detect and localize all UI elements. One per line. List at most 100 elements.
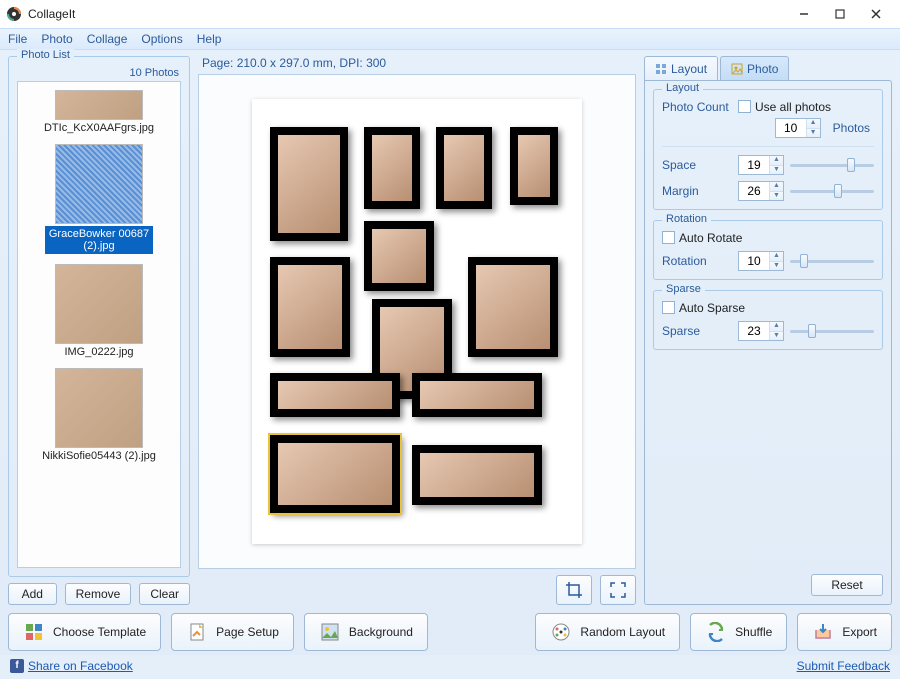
photo-list-item[interactable]: IMG_0222.jpg	[20, 260, 178, 364]
space-stepper[interactable]: ▲▼	[738, 155, 784, 175]
collage-frame[interactable]	[468, 257, 558, 357]
template-icon	[23, 621, 45, 643]
menu-bar: File Photo Collage Options Help	[0, 28, 900, 50]
page-setup-icon	[186, 621, 208, 643]
tab-body: Layout Photo Count Use all photos ▲▼ Pho…	[644, 80, 892, 605]
collage-frame[interactable]	[412, 373, 542, 417]
photo-placeholder	[278, 135, 340, 233]
margin-lbl: Margin	[662, 184, 732, 198]
page-setup-button[interactable]: Page Setup	[171, 613, 294, 651]
photo-placeholder	[444, 135, 484, 201]
footer: f Share on Facebook Submit Feedback	[0, 655, 900, 679]
maximize-button[interactable]	[822, 2, 858, 26]
menu-options[interactable]: Options	[141, 32, 182, 46]
photo-caption: GraceBowker 00687 (2).jpg	[45, 226, 153, 254]
photo-list-item[interactable]: NikkiSofie05443 (2).jpg	[20, 364, 178, 468]
sparse-legend: Sparse	[662, 283, 705, 295]
margin-input[interactable]	[739, 182, 769, 200]
photo-list-item[interactable]: DTIc_KcX0AAFgrs.jpg	[20, 86, 178, 140]
photo-placeholder	[278, 265, 342, 349]
photo-list[interactable]: DTIc_KcX0AAFgrs.jpg GraceBowker 00687 (2)…	[17, 81, 181, 568]
layout-icon	[655, 63, 667, 75]
sparse-slider[interactable]	[790, 322, 874, 340]
share-facebook-link[interactable]: Share on Facebook	[28, 659, 133, 673]
clear-button[interactable]: Clear	[139, 583, 190, 605]
photo-list-group: Photo List 10 Photos DTIc_KcX0AAFgrs.jpg…	[8, 56, 190, 577]
auto-rotate-checkbox[interactable]: Auto Rotate	[662, 231, 742, 245]
spin-down-icon[interactable]: ▼	[807, 129, 820, 138]
background-icon	[319, 621, 341, 643]
rotation-lbl: Rotation	[662, 254, 732, 268]
window-title: CollageIt	[28, 7, 786, 21]
photo-placeholder	[476, 265, 550, 349]
auto-sparse-checkbox[interactable]: Auto Sparse	[662, 301, 745, 315]
collage-page[interactable]	[252, 99, 582, 544]
bottom-toolbar: Choose Template Page Setup Background Ra…	[8, 611, 892, 651]
menu-file[interactable]: File	[8, 32, 27, 46]
sparse-stepper[interactable]: ▲▼	[738, 321, 784, 341]
choose-template-button[interactable]: Choose Template	[8, 613, 161, 651]
collage-frame[interactable]	[436, 127, 492, 209]
photo-count-stepper[interactable]: ▲▼	[775, 118, 821, 138]
sparse-input[interactable]	[739, 322, 769, 340]
collage-frame[interactable]	[364, 127, 420, 209]
space-input[interactable]	[739, 156, 769, 174]
photo-list-legend: Photo List	[17, 49, 74, 61]
collage-frame[interactable]	[270, 127, 348, 241]
space-lbl: Space	[662, 158, 732, 172]
use-all-photos-checkbox[interactable]: Use all photos	[738, 100, 831, 114]
margin-stepper[interactable]: ▲▼	[738, 181, 784, 201]
photo-count-lbl: Photo Count	[662, 100, 732, 114]
rotation-legend: Rotation	[662, 213, 711, 225]
menu-collage[interactable]: Collage	[87, 32, 128, 46]
collage-frame[interactable]	[270, 435, 400, 513]
photo-caption: IMG_0222.jpg	[22, 346, 176, 358]
canvas[interactable]	[198, 74, 636, 569]
collage-frame[interactable]	[270, 373, 400, 417]
collage-frame[interactable]	[510, 127, 558, 205]
shuffle-icon	[705, 621, 727, 643]
submit-feedback-link[interactable]: Submit Feedback	[797, 659, 890, 673]
collage-frame[interactable]	[412, 445, 542, 505]
minimize-button[interactable]	[786, 2, 822, 26]
tab-layout[interactable]: Layout	[644, 56, 718, 80]
menu-help[interactable]: Help	[197, 32, 222, 46]
rotation-input[interactable]	[739, 252, 769, 270]
photo-placeholder	[278, 381, 392, 409]
menu-photo[interactable]: Photo	[41, 32, 72, 46]
thumbnail	[55, 90, 143, 120]
background-button[interactable]: Background	[304, 613, 428, 651]
random-layout-button[interactable]: Random Layout	[535, 613, 680, 651]
tab-layout-label: Layout	[671, 62, 707, 76]
photo-placeholder	[518, 135, 550, 197]
page-info: Page: 210.0 x 297.0 mm, DPI: 300	[198, 56, 636, 74]
crop-button[interactable]	[556, 575, 592, 605]
photo-icon	[731, 63, 743, 75]
space-slider[interactable]	[790, 156, 874, 174]
rotation-stepper[interactable]: ▲▼	[738, 251, 784, 271]
spin-up-icon[interactable]: ▲	[807, 119, 820, 129]
shuffle-button[interactable]: Shuffle	[690, 613, 787, 651]
fit-screen-button[interactable]	[600, 575, 636, 605]
photo-count-input[interactable]	[776, 119, 806, 137]
tab-photo[interactable]: Photo	[720, 56, 789, 80]
rotation-slider[interactable]	[790, 252, 874, 270]
collage-frame[interactable]	[364, 221, 434, 291]
thumbnail	[55, 144, 143, 224]
reset-button[interactable]: Reset	[811, 574, 883, 596]
photo-placeholder	[278, 443, 392, 505]
photo-caption: NikkiSofie05443 (2).jpg	[22, 450, 176, 462]
close-button[interactable]	[858, 2, 894, 26]
sparse-group: Sparse Auto Sparse Sparse ▲▼	[653, 290, 883, 350]
photo-caption: DTIc_KcX0AAFgrs.jpg	[22, 122, 176, 134]
margin-slider[interactable]	[790, 182, 874, 200]
photo-placeholder	[372, 135, 412, 201]
app-icon	[6, 6, 22, 22]
photo-list-item[interactable]: GraceBowker 00687 (2).jpg	[20, 140, 178, 260]
export-button[interactable]: Export	[797, 613, 892, 651]
facebook-icon: f	[10, 659, 24, 673]
add-button[interactable]: Add	[8, 583, 57, 605]
sparse-lbl: Sparse	[662, 324, 732, 338]
remove-button[interactable]: Remove	[65, 583, 132, 605]
collage-frame[interactable]	[270, 257, 350, 357]
